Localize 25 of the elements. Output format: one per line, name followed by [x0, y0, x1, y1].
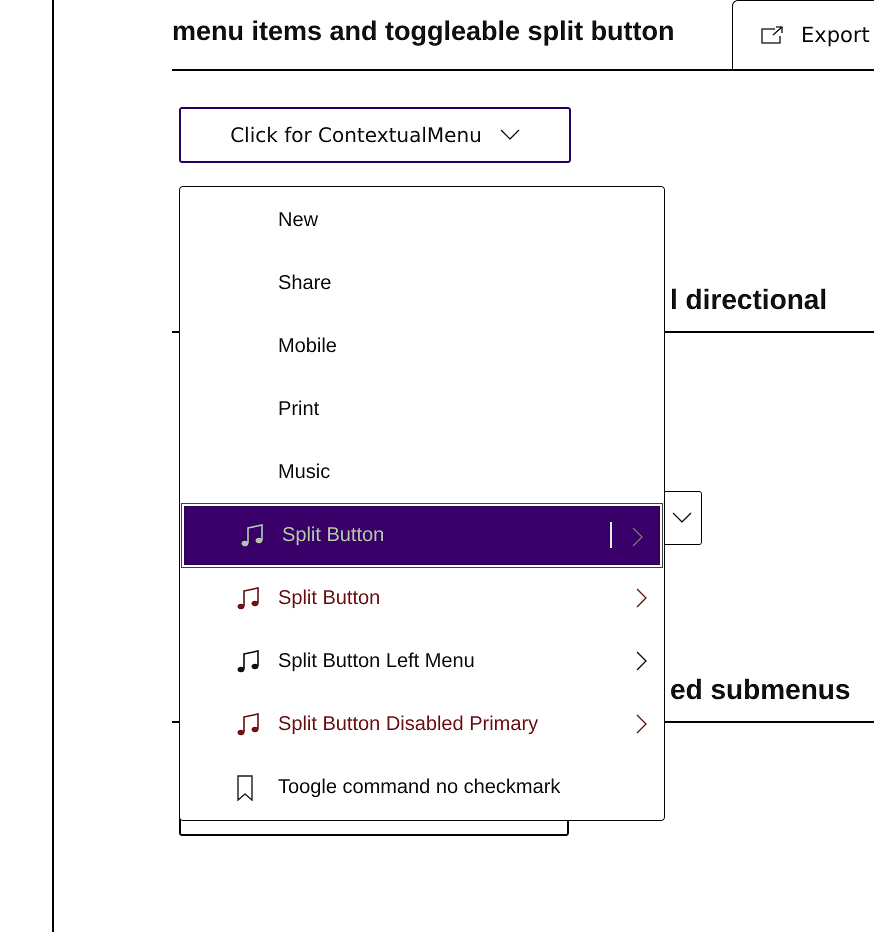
- menu-item-label: Split Button: [278, 587, 380, 610]
- menu-item[interactable]: Print: [180, 378, 664, 441]
- menu-item-label: Split Button Disabled Primary: [278, 713, 538, 736]
- contextual-menu-button[interactable]: Click for ContextualMenu: [179, 107, 571, 163]
- menu-item-label: Split Button: [282, 524, 384, 547]
- menu-item[interactable]: Toogle command no checkmark: [180, 756, 664, 819]
- menu-item[interactable]: New: [180, 189, 664, 252]
- menu-item[interactable]: Split Button Disabled Primary: [180, 693, 664, 756]
- menu-item[interactable]: Split Button: [180, 567, 664, 630]
- menu-item[interactable]: Split Button: [182, 504, 662, 567]
- menu-item-label: Toogle command no checkmark: [278, 776, 560, 799]
- menu-item[interactable]: Mobile: [180, 315, 664, 378]
- menu-item[interactable]: Share: [180, 252, 664, 315]
- export-button[interactable]: Export: [732, 0, 874, 69]
- section-heading: menu items and toggleable split button: [172, 15, 676, 48]
- menu-item-label: New: [278, 209, 318, 232]
- menu-item-label: Share: [278, 272, 332, 295]
- section-heading: ed submenus: [670, 674, 850, 706]
- section-heading: l directional: [670, 284, 828, 316]
- menu-item-label: Music: [278, 461, 330, 484]
- menu-item[interactable]: Split Button Left Menu: [180, 630, 664, 693]
- menu-item-label: Mobile: [278, 335, 337, 358]
- menu-item[interactable]: Music: [180, 441, 664, 504]
- menu-item-label: Split Button Left Menu: [278, 650, 475, 673]
- menu-item-label: Print: [278, 398, 320, 421]
